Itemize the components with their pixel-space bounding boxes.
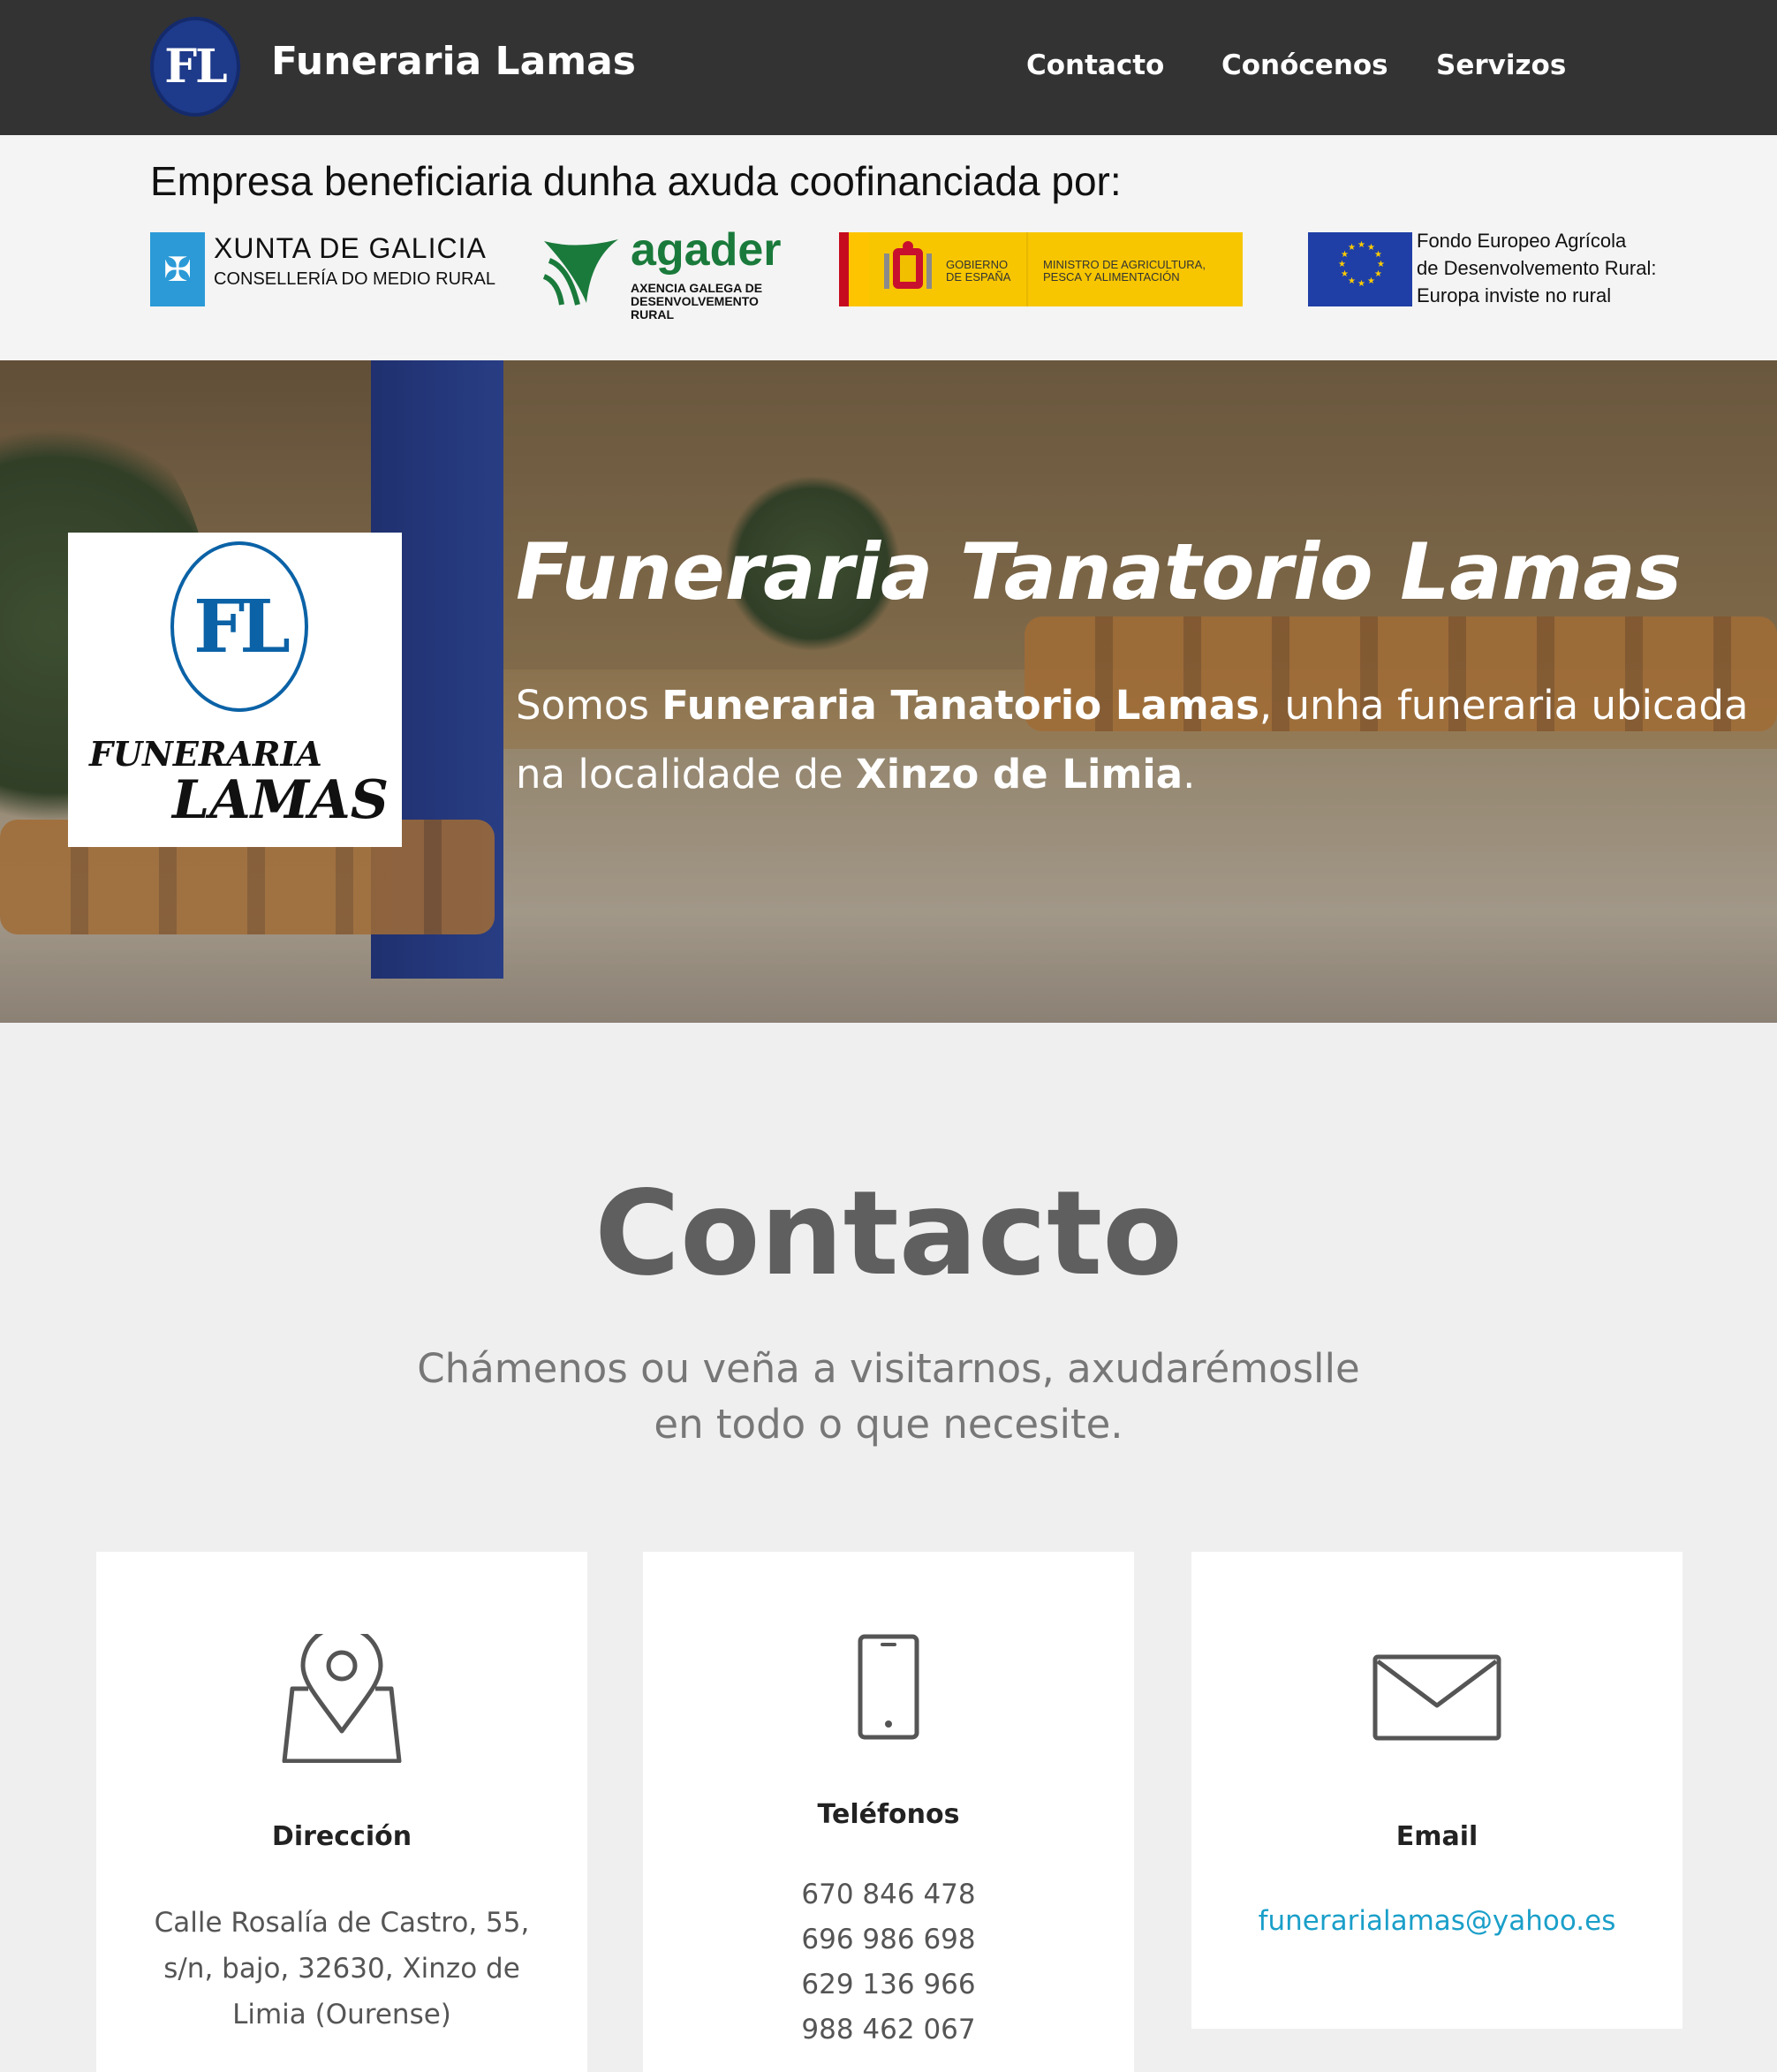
address-title: Dirección [271, 1821, 412, 1852]
agader-logo-icon [542, 239, 618, 306]
hero-desc-text-3: . [1183, 751, 1196, 798]
eafrd-line-2: de Desenvolvemento Rural: [1417, 257, 1657, 279]
funding-banner: Empresa beneficiaria dunha axuda coofina… [0, 135, 1777, 360]
phone-number-3[interactable]: 629 136 966 [643, 1969, 1134, 2000]
email-link[interactable]: funerarialamas@yahoo.es [1191, 1905, 1682, 1937]
nav-link-contacto[interactable]: Contacto [1026, 49, 1164, 81]
gobierno-divider [1026, 232, 1028, 306]
svg-text:★: ★ [1357, 279, 1365, 289]
funding-headline: Empresa beneficiaria dunha axuda coofina… [150, 158, 1122, 204]
spain-coat-of-arms-icon [884, 241, 932, 289]
eu-flag-icon: ★ ★★★ ★★★★ ★★★★ [1308, 232, 1412, 306]
svg-text:★: ★ [1338, 260, 1346, 269]
contact-subtitle: Chámenos ou veña a visitarnos, axudarémo… [417, 1345, 1360, 1448]
hero-desc-text-1: Somos [516, 682, 662, 729]
hero-logo-word-lamas: LAMAS [172, 769, 389, 831]
contact-title: Contacto [594, 1166, 1183, 1302]
map-pin-icon [282, 1634, 402, 1763]
envelope-icon [1372, 1654, 1501, 1741]
hero-logo-oval: FL [170, 541, 308, 712]
ministerio-text: MINISTRO DE AGRICULTURA, PESCA Y ALIMENT… [1043, 258, 1206, 284]
hero-logo-monogram: FL [193, 584, 291, 669]
brand-logo[interactable]: FL [150, 17, 240, 117]
hero-logo-word-funeraria: FUNERARIA [89, 734, 322, 774]
email-title: Email [1395, 1821, 1478, 1852]
hero-section: FL FUNERARIA LAMAS Funeraria Tanatorio L… [0, 360, 1777, 1023]
smartphone-icon [858, 1634, 919, 1740]
svg-text:★: ★ [1367, 276, 1375, 286]
email-card: Email funerarialamas@yahoo.es [1191, 1552, 1682, 2029]
eafrd-line-3: Europa inviste no rural [1417, 284, 1612, 306]
svg-text:★: ★ [1374, 269, 1382, 279]
phone-number-1[interactable]: 670 846 478 [643, 1879, 1134, 1910]
hero-title: Funeraria Tanatorio Lamas [516, 526, 1682, 617]
gobierno-text: GOBIERNO DE ESPAÑA [946, 258, 1011, 284]
brand-logo-text: FL [164, 40, 227, 94]
hero-description: Somos Funeraria Tanatorio Lamas, unha fu… [516, 671, 1752, 809]
phones-card: Teléfonos 670 846 478 696 986 698 629 13… [643, 1552, 1134, 2072]
phone-number-4[interactable]: 988 462 067 [643, 2014, 1134, 2046]
top-navbar: FL Funeraria Lamas Contacto Conócenos Se… [0, 0, 1777, 135]
nav-link-conocenos[interactable]: Conócenos [1221, 49, 1388, 81]
svg-text:★: ★ [1374, 250, 1382, 260]
hero-desc-bold-2: Xinzo de Limia [856, 751, 1183, 798]
eafrd-line-1: Fondo Europeo Agrícola [1417, 230, 1627, 252]
svg-text:★: ★ [1348, 276, 1356, 286]
agader-subtitle: AXENCIA GALEGA DE DESENVOLVEMENTO RURAL [631, 281, 763, 321]
address-card: Dirección Calle Rosalía de Castro, 55, s… [96, 1552, 587, 2072]
address-text: Calle Rosalía de Castro, 55, s/n, bajo, … [154, 1907, 530, 2030]
spain-flag-icon [839, 232, 869, 306]
svg-text:★: ★ [1341, 269, 1349, 279]
nav-link-servizos[interactable]: Servizos [1436, 49, 1566, 81]
xunta-subtitle: CONSELLERÍA DO MEDIO RURAL [214, 269, 495, 289]
phones-title: Teléfonos [817, 1799, 960, 1830]
xunta-logo-icon: ✠ [150, 232, 205, 306]
svg-text:★: ★ [1348, 243, 1356, 253]
eafrd-text: Fondo Europeo Agrícola de Desenvolvement… [1417, 227, 1664, 309]
brand-name[interactable]: Funeraria Lamas [271, 39, 636, 84]
xunta-title: XUNTA DE GALICIA [214, 232, 487, 264]
svg-text:★: ★ [1377, 260, 1385, 269]
hero-desc-bold-1: Funeraria Tanatorio Lamas [662, 682, 1259, 729]
svg-text:★: ★ [1357, 240, 1365, 250]
hero-logo-card: FL FUNERARIA LAMAS [68, 533, 402, 847]
agader-wordmark: agader [631, 224, 782, 276]
phone-number-2[interactable]: 696 986 698 [643, 1924, 1134, 1955]
